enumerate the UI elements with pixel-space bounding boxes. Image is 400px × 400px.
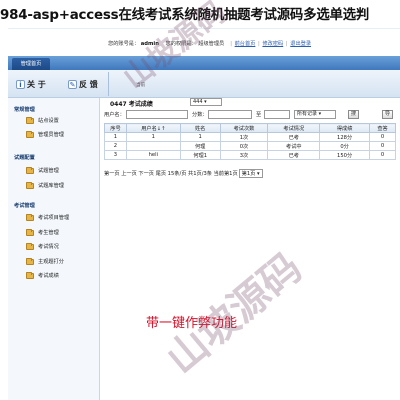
- cell-username: 1: [125, 132, 181, 142]
- page-title: 0447 考试成绩: [110, 101, 153, 108]
- filter-bar: 用户名： 分数： 至 所有记录 ▾ 搜 导: [104, 109, 400, 120]
- score-to-label: 至: [256, 112, 262, 118]
- cell-name: 1: [179, 132, 221, 142]
- score-max-input[interactable]: [264, 110, 290, 119]
- user-filter-input[interactable]: [126, 110, 188, 119]
- sidebar-item-label: 管理员管理: [38, 132, 64, 138]
- cell-score: 128分: [319, 132, 371, 142]
- cell-view[interactable]: 0: [369, 132, 396, 142]
- col-view: 查答: [369, 123, 396, 133]
- sidebar-item-site-settings[interactable]: 站点设置: [26, 116, 59, 124]
- score-min-input[interactable]: [208, 110, 252, 119]
- home-link[interactable]: 前台首页: [235, 41, 256, 47]
- col-status: 考试情况: [267, 123, 321, 133]
- folder-icon: [26, 181, 34, 189]
- separator: |: [230, 41, 232, 47]
- feedback-label: 反 馈: [79, 80, 98, 89]
- user-filter-label: 用户名：: [104, 112, 125, 118]
- folder-icon: [26, 116, 34, 124]
- table-header-row: 序号 用户名↓↑ 姓名 考试次数 考试情况 得成绩 查答: [104, 123, 396, 133]
- feedback-button[interactable]: ✎ 反 馈: [68, 78, 98, 91]
- cell-username: heli: [125, 150, 181, 160]
- export-button[interactable]: 导: [382, 110, 394, 119]
- cell-view[interactable]: 0: [369, 150, 396, 160]
- folder-icon: [26, 257, 34, 265]
- change-password-link[interactable]: 修改密码: [262, 41, 283, 47]
- info-icon: i: [16, 80, 25, 89]
- separator: |: [258, 41, 260, 47]
- table-row: 3 heli 何理1 3次 已考 150分 0: [104, 150, 396, 160]
- sidebar-item-label: 试题库管理: [38, 183, 64, 189]
- logout-link[interactable]: 退出登录: [290, 41, 311, 47]
- table-row: 2 何理 0次 考试中 0分 0: [104, 141, 396, 151]
- sidebar-item-label: 考试成绩: [38, 273, 59, 279]
- pagination-text[interactable]: 第一页 上一页 下一页 尾页 15条/页 共1页/3条 当前第1页: [104, 170, 238, 177]
- cell-username: [125, 141, 181, 151]
- scores-table: 序号 用户名↓↑ 姓名 考试次数 考试情况 得成绩 查答 1 1 1 1次 已考 128分…: [104, 123, 396, 160]
- sidebar-item-label: 考试项目管理: [38, 215, 70, 221]
- record-select-value: 所有记录: [297, 111, 318, 117]
- col-name: 姓名: [179, 123, 221, 133]
- edit-icon: ✎: [68, 80, 77, 89]
- sidebar-group-questions[interactable]: 试题配置: [14, 154, 35, 161]
- folder-icon: [26, 130, 34, 138]
- sidebar-item-label: 考生管理: [38, 230, 59, 236]
- score-filter-label: 分数：: [192, 112, 208, 118]
- cell-attempts: 3次: [219, 150, 269, 160]
- about-button[interactable]: i 关 于: [16, 78, 46, 91]
- cell-index: 2: [104, 141, 127, 151]
- sidebar-item-label: 试题管理: [38, 168, 59, 174]
- cell-view[interactable]: 0: [369, 141, 396, 151]
- page-select-value: 第1页: [241, 171, 256, 177]
- sidebar-item-label: 站点设置: [38, 118, 59, 124]
- folder-icon: [26, 271, 34, 279]
- sidebar-item-admins[interactable]: 管理员管理: [26, 130, 64, 138]
- navbar: 管理首页: [8, 56, 400, 70]
- sidebar-item-examinees[interactable]: 考生管理: [26, 228, 59, 236]
- page-select[interactable]: 第1页 ▾: [238, 169, 263, 178]
- record-select[interactable]: 所有记录 ▾: [294, 110, 336, 119]
- col-score: 得成绩: [319, 123, 371, 133]
- about-label: 关 于: [27, 80, 46, 89]
- col-index: 序号: [104, 123, 127, 133]
- pagination: 第一页 上一页 下一页 尾页 15条/页 共1页/3条 当前第1页 第1页 ▾: [104, 169, 263, 178]
- cell-status: 已考: [267, 150, 321, 160]
- col-username[interactable]: 用户名↓↑: [125, 123, 181, 133]
- exam-select-value: 444: [193, 99, 203, 105]
- sidebar-item-label: 主观题打分: [38, 259, 64, 265]
- cell-score: 0分: [319, 141, 371, 151]
- sidebar-item-label: 考试情况: [38, 244, 59, 250]
- cell-index: 1: [104, 132, 127, 142]
- sidebar-item-exam-projects[interactable]: 考试项目管理: [26, 213, 70, 221]
- toolbar: i 关 于 ✎ 反 馈 当前: [8, 70, 400, 98]
- cell-score: 150分: [319, 150, 371, 160]
- sidebar: 常规管理 站点设置 管理员管理 试题配置 试题管理 试题库管理 考试管理 考试项…: [8, 98, 100, 400]
- folder-icon: [26, 242, 34, 250]
- exam-select[interactable]: 444 ▾: [190, 98, 222, 106]
- cell-attempts: 0次: [219, 141, 269, 151]
- cell-name: 何理1: [179, 150, 221, 160]
- cell-index: 3: [104, 150, 127, 160]
- sidebar-item-exam-scores[interactable]: 考试成绩: [26, 271, 59, 279]
- sidebar-group-exams[interactable]: 考试管理: [14, 202, 35, 209]
- cell-attempts: 1次: [219, 132, 269, 142]
- main-content: 0447 考试成绩 444 ▾ 用户名： 分数： 至 所有记录 ▾ 搜 导 序号…: [104, 98, 400, 400]
- search-button[interactable]: 搜: [348, 110, 360, 119]
- separator: |: [285, 41, 288, 47]
- sidebar-item-exam-status[interactable]: 考试情况: [26, 242, 59, 250]
- toolbar-divider: [108, 72, 109, 96]
- folder-icon: [26, 213, 34, 221]
- cell-status: 已考: [267, 132, 321, 142]
- tab-home[interactable]: 管理首页: [12, 58, 50, 70]
- sidebar-group-general[interactable]: 常规管理: [14, 106, 35, 113]
- sidebar-item-question-manage[interactable]: 试题管理: [26, 166, 59, 174]
- folder-icon: [26, 228, 34, 236]
- cell-name: 何理: [179, 141, 221, 151]
- cell-status: 考试中: [267, 141, 321, 151]
- col-attempts: 考试次数: [219, 123, 269, 133]
- table-row: 1 1 1 1次 已考 128分 0: [104, 132, 396, 142]
- sidebar-item-question-bank[interactable]: 试题库管理: [26, 181, 64, 189]
- folder-icon: [26, 166, 34, 174]
- sidebar-item-subjective-grading[interactable]: 主观题打分: [26, 257, 64, 265]
